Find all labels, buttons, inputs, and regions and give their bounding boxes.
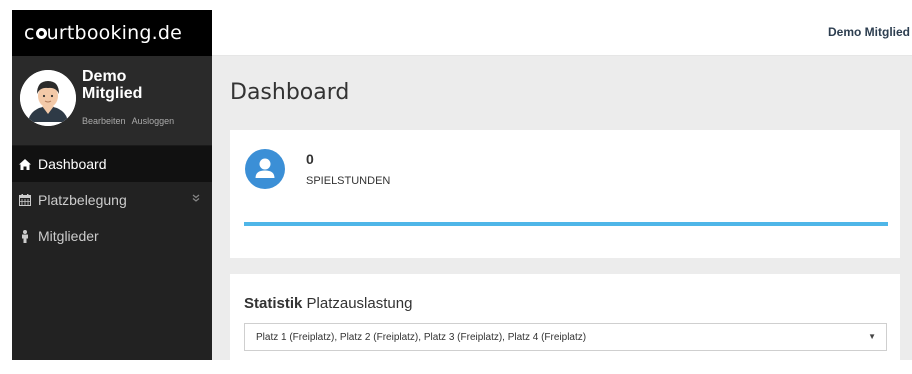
sidebar-item-mitglieder[interactable]: Mitglieder xyxy=(12,218,212,254)
sidebar: c urtbooking.de Demo Mitglied Bearbeiten… xyxy=(12,10,212,360)
avatar xyxy=(20,70,76,126)
sidebar-item-platzbelegung[interactable]: Platzbelegung xyxy=(12,182,212,218)
topbar-user-menu[interactable]: Demo Mitglied xyxy=(828,25,910,39)
user-name-last: Mitglied xyxy=(82,85,143,102)
statistik-title-rest: Platzauslastung xyxy=(302,295,413,312)
statistik-title-bold: Statistik xyxy=(244,295,303,312)
top-bar: Demo Mitglied xyxy=(212,10,912,56)
court-select-value: Platz 1 (Freiplatz), Platz 2 (Freiplatz)… xyxy=(256,331,587,343)
brand-logo[interactable]: c urtbooking.de xyxy=(12,10,212,56)
stat-label: SPIELSTUNDEN xyxy=(306,175,391,187)
sidebar-item-label: Mitglieder xyxy=(38,228,99,244)
sidebar-item-dashboard[interactable]: Dashboard xyxy=(12,146,212,182)
person-icon xyxy=(17,229,33,243)
user-links: Bearbeiten Ausloggen xyxy=(82,116,178,126)
caret-down-icon: ▼ xyxy=(868,332,876,341)
sidebar-item-label: Dashboard xyxy=(38,156,107,172)
stat-value: 0 xyxy=(306,151,314,167)
sidebar-menu: Dashboard Platzbelegung Mitglieder xyxy=(12,146,212,254)
user-name-first: Demo xyxy=(82,68,127,85)
app-frame: c urtbooking.de Demo Mitglied Bearbeiten… xyxy=(12,10,912,374)
brand-suffix: urtbooking.de xyxy=(46,22,183,44)
court-select[interactable]: Platz 1 (Freiplatz), Platz 2 (Freiplatz)… xyxy=(244,323,887,351)
user-panel: Demo Mitglied Bearbeiten Ausloggen xyxy=(12,56,212,146)
statistik-title: Statistik Platzauslastung xyxy=(244,295,412,312)
calendar-icon xyxy=(17,194,33,206)
logout-link[interactable]: Ausloggen xyxy=(132,116,175,126)
statistik-card: Statistik Platzauslastung Platz 1 (Freip… xyxy=(230,274,900,374)
main-content: Dashboard 0 SPIELSTUNDEN Statistik Platz… xyxy=(212,56,912,374)
page-title: Dashboard xyxy=(230,80,350,105)
brand-prefix: c xyxy=(24,22,35,44)
user-name: Demo Mitglied xyxy=(82,68,142,102)
progress-fill xyxy=(244,222,888,226)
user-icon xyxy=(245,149,285,189)
brand-ball-icon xyxy=(35,27,47,39)
edit-profile-link[interactable]: Bearbeiten xyxy=(82,116,126,126)
home-icon xyxy=(17,158,33,170)
progress-bar xyxy=(244,222,888,226)
sidebar-item-label: Platzbelegung xyxy=(38,192,127,208)
chevron-double-down-icon[interactable] xyxy=(192,193,200,205)
avatar-person-icon xyxy=(20,70,76,126)
stat-card: 0 SPIELSTUNDEN xyxy=(230,130,900,258)
